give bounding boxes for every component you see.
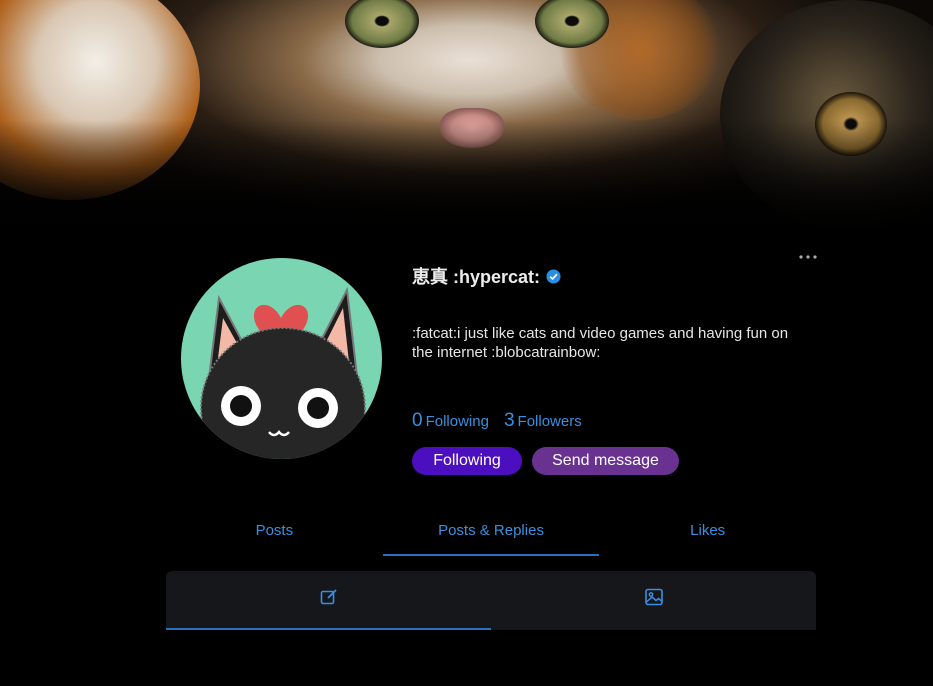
profile-banner	[0, 0, 933, 240]
name-row: 恵真 :hypercat:	[412, 263, 812, 289]
following-count: 0	[412, 410, 423, 431]
tab-posts[interactable]: Posts	[166, 512, 383, 556]
followers-count: 3	[503, 410, 515, 431]
filter-posts-tab[interactable]	[166, 571, 491, 630]
profile-header: 恵真 :hypercat:	[412, 263, 812, 289]
profile-tabs: Posts Posts & Replies Likes	[166, 512, 816, 556]
banner-fade	[0, 120, 933, 240]
followers-label: Followers	[517, 413, 582, 430]
following-button[interactable]: Following	[412, 447, 522, 475]
content-filter-bar	[166, 571, 816, 630]
filter-media-tab[interactable]	[491, 571, 816, 630]
send-message-button[interactable]: Send message	[532, 447, 679, 475]
black-cat-avatar-icon	[200, 286, 366, 459]
tab-likes[interactable]: Likes	[599, 512, 816, 556]
display-name: 恵真 :hypercat:	[412, 267, 541, 287]
image-icon	[644, 588, 663, 606]
followers-stat[interactable]: 3 Followers	[504, 410, 582, 432]
avatar[interactable]	[181, 258, 382, 459]
profile-bio: :fatcat:i just like cats and video games…	[412, 325, 789, 361]
following-stat[interactable]: 0 Following	[412, 410, 489, 432]
compose-icon	[320, 589, 337, 605]
profile-stats: 0 Following 3 Followers	[412, 410, 582, 432]
tab-posts-replies[interactable]: Posts & Replies	[382, 512, 600, 556]
verified-badge-icon	[546, 268, 561, 284]
following-label: Following	[425, 413, 489, 430]
banner-cat-eye-left	[345, 0, 419, 48]
